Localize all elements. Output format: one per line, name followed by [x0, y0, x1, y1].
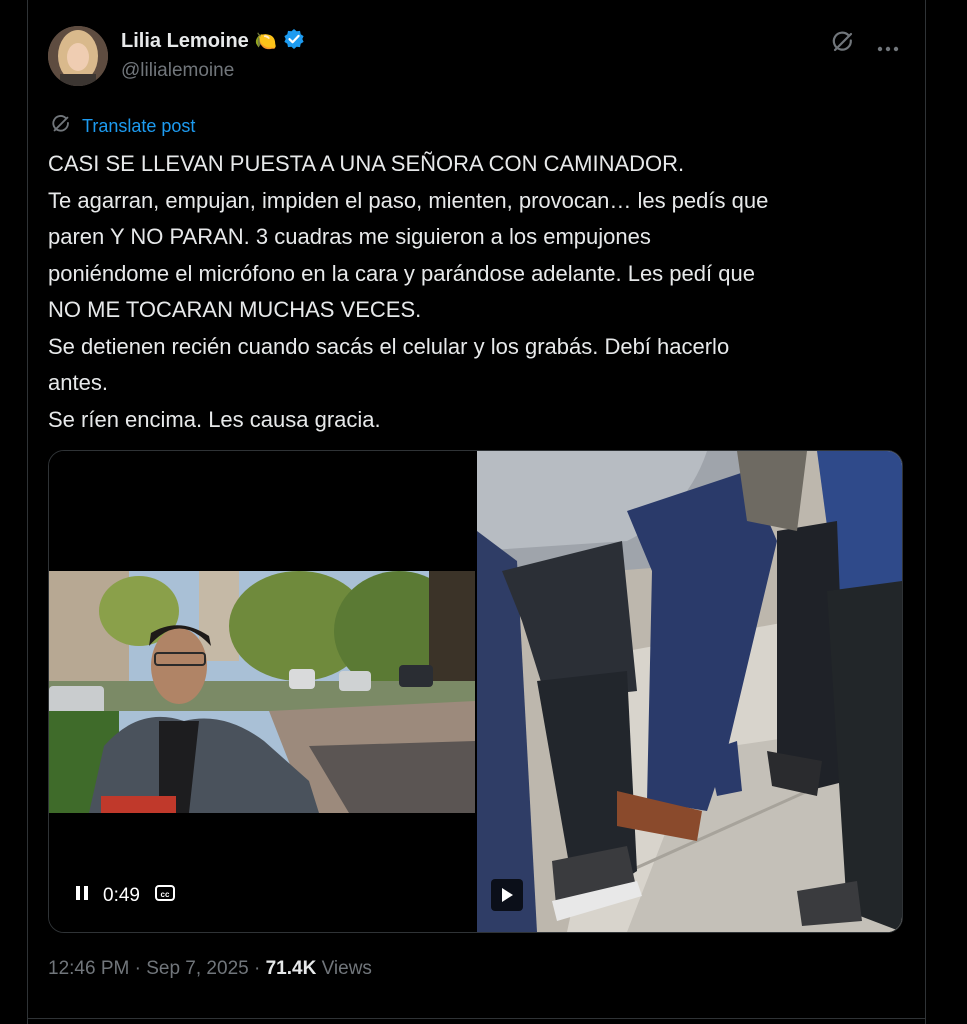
post-line: Se detienen recién cuando sacás el celul… — [48, 333, 730, 359]
timeline-border-right — [925, 0, 926, 1024]
play-icon[interactable] — [491, 879, 523, 911]
translate-globe-icon — [50, 113, 72, 140]
translate-post-label: Translate post — [82, 116, 196, 136]
post-line: poniéndome el micrófono en la cara y par… — [48, 260, 755, 286]
video-1-controls: 0:49 cc — [75, 884, 176, 908]
video-1-frame — [49, 571, 475, 813]
post-line: paren Y NO PARAN. 3 cuadras me siguieron… — [48, 224, 651, 249]
views-label: Views — [321, 958, 372, 979]
post-line: Se ríen encima. Les causa gracia. — [48, 406, 381, 432]
post-text: CASI SE LLEVAN PUESTA A UNA SEÑORA CON C… — [48, 146, 908, 438]
lemon-emoji: 🍋 — [254, 31, 278, 51]
meta-separator: · — [134, 958, 141, 979]
post-line: antes. — [48, 370, 108, 395]
post-time[interactable]: 12:46 PM — [48, 958, 129, 979]
grok-icon[interactable] — [831, 30, 855, 59]
author-avatar[interactable] — [48, 26, 108, 86]
video-2-frame — [477, 451, 902, 932]
captions-icon[interactable]: cc — [154, 884, 176, 908]
svg-text:cc: cc — [161, 890, 170, 899]
pause-icon[interactable] — [75, 885, 89, 907]
meta-separator: · — [253, 958, 261, 979]
author-name[interactable]: Lilia Lemoine — [121, 30, 249, 53]
timeline-border-left — [27, 0, 28, 1024]
verified-badge-icon[interactable] — [283, 28, 305, 55]
post-line: NO ME TOCARAN MUCHAS VECES. — [48, 297, 422, 322]
more-options-icon[interactable] — [877, 34, 899, 56]
video-1-time: 0:49 — [103, 885, 140, 906]
author-handle[interactable]: @lilialemoine — [121, 60, 234, 82]
post-date[interactable]: Sep 7, 2025 — [146, 958, 248, 979]
post-line: CASI SE LLEVAN PUESTA A UNA SEÑORA CON C… — [48, 151, 685, 176]
video-player-2[interactable] — [477, 451, 902, 932]
translate-post-link[interactable]: Translate post — [50, 113, 195, 140]
divider — [27, 1018, 926, 1019]
views-count: 71.4K — [265, 958, 317, 979]
video-player-1[interactable]: 0:49 cc — [49, 451, 475, 932]
post-meta: 12:46 PM · Sep 7, 2025 · 71.4K Views — [48, 958, 372, 980]
media-grid: 0:49 cc — [48, 450, 903, 933]
post-line: Te agarran, empujan, impiden el paso, mi… — [48, 187, 769, 213]
